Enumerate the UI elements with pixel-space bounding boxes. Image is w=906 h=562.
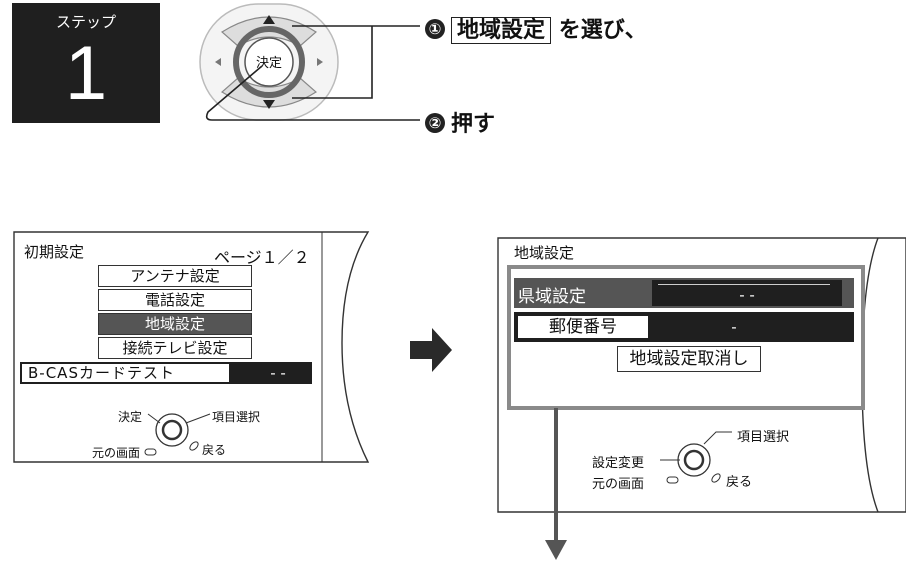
guide1-prev: 元の画面: [92, 446, 141, 460]
instruction-2: ② 押す: [425, 106, 495, 138]
postal-value: ‐: [731, 318, 737, 336]
pref-row[interactable]: 県域設定 ‐ ‐: [514, 278, 854, 308]
menu-item-region[interactable]: 地域設定: [98, 313, 252, 335]
instruction-1: ① 地域設定 を選び、: [425, 12, 647, 44]
guide2-prev: 元の画面: [592, 477, 645, 492]
num-2-badge: ②: [425, 113, 445, 133]
guide1-select: 項目選択: [212, 410, 261, 424]
guide2-change: 設定変更: [592, 456, 645, 471]
screen2-title: 地域設定: [514, 244, 575, 262]
menu-item-phone[interactable]: 電話設定: [98, 289, 252, 311]
guide1-back: 戻る: [202, 443, 227, 457]
guide2-select: 項目選択: [737, 430, 790, 445]
menu-item-antenna[interactable]: アンテナ設定: [98, 265, 252, 287]
pref-label: 県域設定: [518, 287, 586, 307]
instruction-1-text: を選び、: [558, 18, 647, 43]
bcas-row[interactable]: B‐CASカードテスト ‐ ‐: [20, 362, 312, 384]
guide1-decide: 決定: [118, 410, 143, 424]
menu-item-tv-connect[interactable]: 接続テレビ設定: [98, 337, 252, 359]
instruction-2-text: 押す: [451, 112, 496, 137]
bcas-value: ‐ ‐: [270, 364, 286, 382]
bcas-label: B‐CASカードテスト: [22, 364, 229, 382]
down-arrow-icon: [545, 540, 567, 560]
num-1-badge: ①: [425, 19, 445, 39]
cancel-region-button[interactable]: 地域設定取消し: [617, 346, 761, 372]
screen1-title: 初期設定: [24, 243, 85, 261]
postal-label: 郵便番号: [518, 316, 648, 338]
guide2-back: 戻る: [726, 475, 753, 490]
postal-row[interactable]: 郵便番号 ‐: [514, 312, 854, 342]
guide1-prev-icon: [144, 448, 157, 456]
instruction-1-boxed: 地域設定: [451, 17, 552, 44]
guide2-prev-icon: [666, 476, 679, 484]
next-arrow-icon: [410, 328, 452, 372]
